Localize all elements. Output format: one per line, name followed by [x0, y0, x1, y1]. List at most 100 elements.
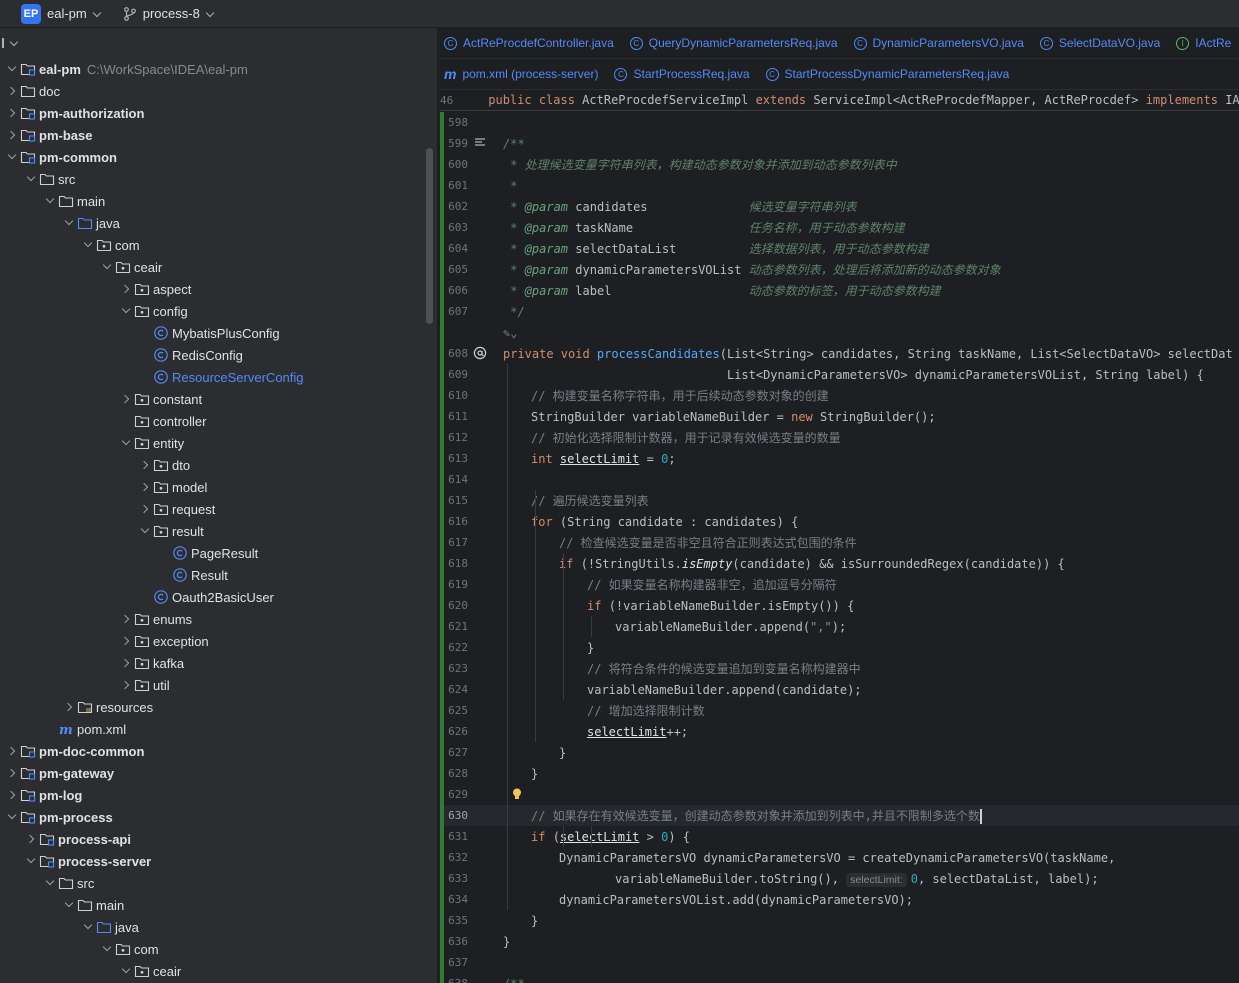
code-line[interactable]: 630 // 如果存在有效候选变量，创建动态参数对象并添加到列表中,并且不限制多选… [440, 805, 1239, 826]
tree-item[interactable]: eal-pm C:\WorkSpace\IDEA\eal-pm [0, 58, 437, 80]
code-line[interactable]: 623 // 将符合条件的候选变量追加到变量名称构建器中 [440, 658, 1239, 679]
chevron-down-icon[interactable] [61, 897, 77, 913]
tree-item[interactable]: kafka [0, 652, 437, 674]
code-line[interactable]: 612 // 初始化选择限制计数器，用于记录有效候选变量的数量 [440, 427, 1239, 448]
tree-item[interactable]: dto [0, 454, 437, 476]
tree-item[interactable]: pm-process [0, 806, 437, 828]
code-line[interactable]: 636} [440, 931, 1239, 952]
tree-item[interactable]: main [0, 190, 437, 212]
code-line[interactable]: 629 [440, 784, 1239, 805]
code-line[interactable]: 625 // 增加选择限制计数 [440, 700, 1239, 721]
code-line[interactable]: 606 * @param label 动态参数的标签，用于动态参数构建 [440, 280, 1239, 301]
chevron-right-icon[interactable] [118, 633, 134, 649]
code-line[interactable]: 616 for (String candidate : candidates) { [440, 511, 1239, 532]
chevron-right-icon[interactable] [118, 281, 134, 297]
code-line[interactable]: 605 * @param dynamicParametersVOList 动态参… [440, 259, 1239, 280]
code-line[interactable]: 603 * @param taskName 任务名称，用于动态参数构建 [440, 217, 1239, 238]
chevron-down-icon[interactable] [10, 39, 18, 47]
chevron-down-icon[interactable] [118, 303, 134, 319]
chevron-down-icon[interactable] [93, 10, 101, 18]
chevron-right-icon[interactable] [137, 501, 153, 517]
chevron-right-icon[interactable] [4, 765, 20, 781]
tree-item[interactable]: ceair [0, 256, 437, 278]
chevron-right-icon[interactable] [61, 699, 77, 715]
chevron-down-icon[interactable] [23, 853, 39, 869]
code-line[interactable]: 631 if (selectLimit > 0) { [440, 826, 1239, 847]
tree-item[interactable]: pm-doc-common [0, 740, 437, 762]
code-line[interactable]: 602 * @param candidates 候选变量字符串列表 [440, 196, 1239, 217]
chevron-down-icon[interactable] [42, 875, 58, 891]
tree-item[interactable]: ceair [0, 960, 437, 982]
code-line[interactable]: 624 variableNameBuilder.append(candidate)… [440, 679, 1239, 700]
code-line[interactable]: 614 [440, 469, 1239, 490]
tree-item[interactable]: pm-base [0, 124, 437, 146]
tree-item[interactable]: pm-common [0, 146, 437, 168]
code-line[interactable]: 635} [440, 910, 1239, 931]
code-line[interactable]: 609 List<DynamicParametersVO> dynamicPar… [440, 364, 1239, 385]
branch-name[interactable]: process-8 [143, 6, 200, 21]
tree-item[interactable]: config [0, 300, 437, 322]
tree-item[interactable]: process-api [0, 828, 437, 850]
code-line[interactable]: 634 dynamicParametersVOList.add(dynamicPa… [440, 889, 1239, 910]
tree-item[interactable]: PageResult [0, 542, 437, 564]
code-line[interactable]: 600 * 处理候选变量字符串列表，构建动态参数对象并添加到动态参数列表中 [440, 154, 1239, 175]
tree-item[interactable]: exception [0, 630, 437, 652]
code-line[interactable]: 621 variableNameBuilder.append(","); [440, 616, 1239, 637]
tree-item[interactable]: pm-authorization [0, 102, 437, 124]
code-line[interactable]: 601 * [440, 175, 1239, 196]
code-line[interactable]: 619 // 如果变量名称构建器非空，追加逗号分隔符 [440, 574, 1239, 595]
editor-tab[interactable]: C StartProcessDynamicParametersReq.java [762, 59, 1022, 90]
tree-item[interactable]: m pom.xml [0, 718, 437, 740]
code-line[interactable]: 638 /** [440, 973, 1239, 983]
tree-item[interactable]: main [0, 894, 437, 916]
chevron-down-icon[interactable] [118, 435, 134, 451]
chevron-down-icon[interactable] [99, 259, 115, 275]
project-badge[interactable]: EP [21, 3, 41, 24]
tree-item[interactable]: com [0, 234, 437, 256]
code-line[interactable]: 637 [440, 952, 1239, 973]
editor-tab[interactable]: C DynamicParametersVO.java [850, 28, 1036, 59]
code-line[interactable]: 604 * @param selectDataList 选择数据列表，用于动态参… [440, 238, 1239, 259]
chevron-down-icon[interactable] [118, 963, 134, 979]
code-area[interactable]: 598 599 /** 600 * 处理候选变量字符串列表，构建动态参数对象并添加到动… [440, 112, 1239, 983]
chevron-down-icon[interactable] [4, 61, 20, 77]
tree-item[interactable]: aspect [0, 278, 437, 300]
chevron-right-icon[interactable] [4, 787, 20, 803]
tree-item[interactable]: doc [0, 80, 437, 102]
chevron-right-icon[interactable] [118, 391, 134, 407]
tree-item[interactable]: java [0, 916, 437, 938]
tree-item[interactable]: enums [0, 608, 437, 630]
bulb-icon[interactable] [510, 787, 524, 801]
editor-tab[interactable]: C StartProcessReq.java [610, 59, 761, 90]
chevron-right-icon[interactable] [118, 655, 134, 671]
chevron-down-icon[interactable] [42, 193, 58, 209]
editor-tab[interactable]: C SelectDataVO.java [1036, 28, 1172, 59]
code-line[interactable]: 607 */ [440, 301, 1239, 322]
tree-item[interactable]: process-server [0, 850, 437, 872]
chevron-down-icon[interactable] [80, 237, 96, 253]
code-line[interactable]: 622} [440, 637, 1239, 658]
code-line[interactable]: 598 [440, 112, 1239, 133]
chevron-right-icon[interactable] [4, 743, 20, 759]
tree-item[interactable]: MybatisPlusConfig [0, 322, 437, 344]
code-line[interactable]: 610 // 构建变量名称字符串，用于后续动态参数对象的创建 [440, 385, 1239, 406]
chevron-right-icon[interactable] [118, 677, 134, 693]
code-line[interactable]: 620 if (!variableNameBuilder.isEmpty()) { [440, 595, 1239, 616]
sticky-header[interactable]: 46 public class ActReProcdefServiceImpl … [440, 90, 1239, 111]
editor-tab[interactable]: I IActRe [1172, 28, 1239, 59]
sidebar-scrollbar[interactable] [426, 148, 433, 324]
code-line[interactable]: 627} [440, 742, 1239, 763]
tree-item[interactable]: constant [0, 388, 437, 410]
tree-item[interactable]: java [0, 212, 437, 234]
chevron-right-icon[interactable] [118, 611, 134, 627]
tree-item[interactable]: controller [0, 410, 437, 432]
tree-item[interactable]: entity [0, 432, 437, 454]
tree-item[interactable]: Oauth2BasicUser [0, 586, 437, 608]
code-line[interactable]: ✎⌄ [440, 322, 1239, 343]
at-icon[interactable] [473, 346, 487, 360]
tree-item[interactable]: src [0, 872, 437, 894]
code-line[interactable]: 608 private void processCandidates(List<S… [440, 343, 1239, 364]
chevron-down-icon[interactable] [137, 523, 153, 539]
chevron-right-icon[interactable] [137, 457, 153, 473]
chevron-right-icon[interactable] [4, 127, 20, 143]
